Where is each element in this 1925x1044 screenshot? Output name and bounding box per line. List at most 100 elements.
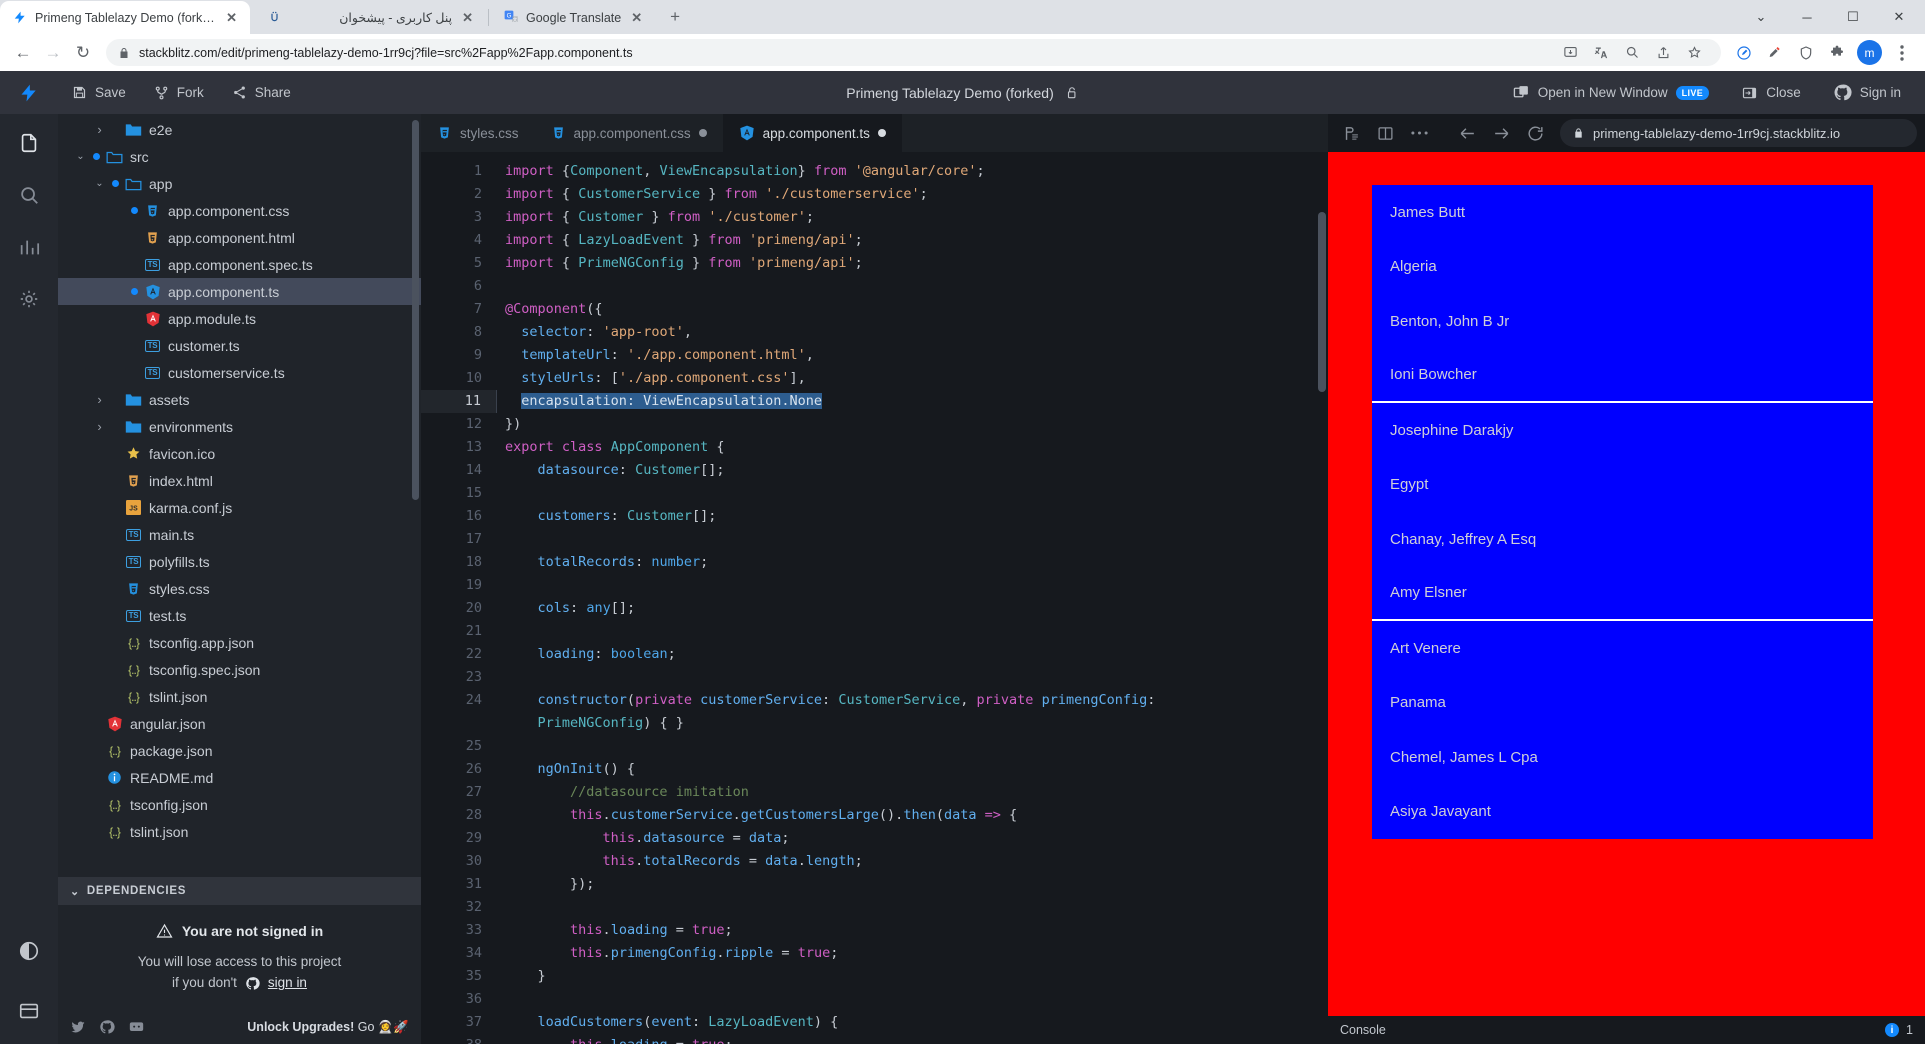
code-area[interactable]: 1 import {Component, ViewEncapsulation} f… — [421, 152, 1328, 1044]
file-tree-item[interactable]: app.component.ts — [58, 278, 421, 305]
browser-tab-1[interactable] — [250, 1, 296, 34]
table-row[interactable]: Panama — [1372, 676, 1873, 731]
browser-tab-close[interactable]: ✕ — [223, 9, 240, 26]
window-close-button[interactable]: ✕ — [1877, 3, 1921, 31]
preview-forward-icon[interactable] — [1486, 118, 1516, 148]
file-tree-item[interactable]: TS customerservice.ts — [58, 359, 421, 386]
file-tree[interactable]: › e2e ⌄ src ⌄ app app.component.css app.compone… — [58, 114, 421, 877]
table-row[interactable]: Art Venere — [1372, 621, 1873, 676]
layout-toggle-icon[interactable] — [12, 994, 46, 1028]
file-tree-item[interactable]: angular.json — [58, 710, 421, 737]
editor-tab[interactable]: app.component.css — [535, 114, 723, 152]
twitter-icon[interactable] — [70, 1019, 86, 1035]
gear-icon[interactable] — [12, 282, 46, 316]
chevron-right-icon[interactable]: › — [91, 122, 108, 137]
address-bar[interactable]: stackblitz.com/edit/primeng-tablelazy-de… — [106, 39, 1721, 66]
search-icon[interactable] — [12, 178, 46, 212]
browser-tab-close[interactable]: ✕ — [628, 9, 645, 26]
browser-tab-close[interactable]: ✕ — [459, 9, 476, 26]
table-row[interactable]: Josephine Darakjy — [1372, 403, 1873, 458]
file-tree-item[interactable]: › e2e — [58, 116, 421, 143]
table-row[interactable]: Ioni Bowcher — [1372, 349, 1873, 403]
open-in-new-window-button[interactable]: Open in New Window LIVE — [1499, 71, 1723, 114]
table-row[interactable]: Algeria — [1372, 240, 1873, 295]
close-preview-button[interactable]: Close — [1727, 71, 1815, 114]
preview-back-icon[interactable] — [1452, 118, 1482, 148]
chevron-down-icon[interactable]: ⌄ — [72, 151, 89, 162]
install-app-icon[interactable] — [1555, 38, 1585, 68]
fork-button[interactable]: Fork — [140, 71, 218, 114]
new-tab-button[interactable]: + — [661, 3, 689, 31]
dependencies-section-header[interactable]: ⌄ DEPENDENCIES — [58, 877, 421, 906]
browser-back-button[interactable]: ← — [8, 38, 38, 68]
explorer-scrollbar[interactable] — [412, 120, 419, 500]
dependencies-icon[interactable] — [12, 230, 46, 264]
file-tree-item[interactable]: ⌄ app — [58, 170, 421, 197]
extension-pen-icon[interactable] — [1729, 38, 1759, 68]
file-tree-item[interactable]: JS karma.conf.js — [58, 494, 421, 521]
project-icon[interactable] — [12, 126, 46, 160]
table-row[interactable]: Asiya Javayant — [1372, 785, 1873, 840]
preview-reload-icon[interactable] — [1520, 118, 1550, 148]
github-icon[interactable] — [99, 1019, 115, 1035]
editor-tab[interactable]: app.component.ts — [722, 114, 902, 152]
file-tree-item[interactable]: TS polyfills.ts — [58, 548, 421, 575]
window-maximize-button[interactable]: ☐ — [1831, 3, 1875, 31]
file-tree-item[interactable]: {..} tslint.json — [58, 818, 421, 845]
chrome-menu-icon[interactable] — [1887, 38, 1917, 68]
extensions-puzzle-icon[interactable] — [1822, 38, 1852, 68]
file-tree-item[interactable]: {..} package.json — [58, 737, 421, 764]
file-tree-item[interactable]: app.component.html — [58, 224, 421, 251]
browser-reload-button[interactable]: ↻ — [68, 38, 98, 68]
window-minimize-button[interactable]: ─ — [1785, 3, 1829, 31]
chevron-down-icon[interactable]: ⌄ — [91, 178, 108, 189]
file-tree-item[interactable]: styles.css — [58, 575, 421, 602]
format-code-icon[interactable] — [1336, 118, 1366, 148]
file-tree-item[interactable]: favicon.ico — [58, 440, 421, 467]
browser-tab-0[interactable]: Primeng Tablelazy Demo (forked) ✕ — [0, 1, 250, 34]
save-button[interactable]: Save — [58, 71, 140, 114]
split-pane-icon[interactable] — [1370, 118, 1400, 148]
table-row[interactable]: Egypt — [1372, 458, 1873, 513]
preview-url-bar[interactable]: primeng-tablelazy-demo-1rr9cj.stackblitz… — [1560, 119, 1917, 147]
file-tree-item[interactable]: app.module.ts — [58, 305, 421, 332]
file-tree-item[interactable]: TS main.ts — [58, 521, 421, 548]
file-tree-item[interactable]: ⌄ src — [58, 143, 421, 170]
table-row[interactable]: Benton, John B Jr — [1372, 294, 1873, 349]
extension-marker-icon[interactable] — [1760, 38, 1790, 68]
table-row[interactable]: Chanay, Jeffrey A Esq — [1372, 512, 1873, 567]
editor-vertical-scrollbar[interactable] — [1318, 212, 1326, 392]
sign-in-button[interactable]: Sign in — [1819, 71, 1915, 114]
sign-in-link[interactable]: sign in — [268, 973, 307, 994]
chevron-right-icon[interactable]: › — [91, 392, 108, 407]
browser-forward-button[interactable]: → — [38, 38, 68, 68]
zoom-icon[interactable] — [1617, 38, 1647, 68]
file-tree-item[interactable]: TS test.ts — [58, 602, 421, 629]
unlock-upgrades-link[interactable]: Unlock Upgrades! Go 👩‍🚀🚀 — [247, 1020, 409, 1035]
file-tree-item[interactable]: index.html — [58, 467, 421, 494]
file-tree-item[interactable]: app.component.css — [58, 197, 421, 224]
tab-overflow-button[interactable]: ⌄ — [1739, 3, 1783, 31]
table-row[interactable]: Amy Elsner — [1372, 567, 1873, 621]
customers-table[interactable]: James Butt Algeria Benton, John B Jr Ioni B… — [1372, 185, 1873, 839]
chevron-right-icon[interactable]: › — [91, 419, 108, 434]
discord-icon[interactable] — [128, 1019, 145, 1035]
browser-tab-2[interactable]: پنل کاربری - پیشخوان ✕ — [296, 1, 486, 34]
share-button[interactable]: Share — [218, 71, 305, 114]
editor-tab[interactable]: styles.css — [421, 114, 535, 152]
file-tree-item[interactable]: › assets — [58, 386, 421, 413]
file-tree-item[interactable]: {..} tsconfig.spec.json — [58, 656, 421, 683]
share-icon[interactable] — [1648, 38, 1678, 68]
file-tree-item[interactable]: TS app.component.spec.ts — [58, 251, 421, 278]
theme-toggle-icon[interactable] — [12, 934, 46, 968]
table-row[interactable]: Chemel, James L Cpa — [1372, 730, 1873, 785]
table-row[interactable]: James Butt — [1372, 185, 1873, 240]
console-status-bar[interactable]: Console i 1 — [1328, 1016, 1925, 1044]
file-tree-item[interactable]: TS customer.ts — [58, 332, 421, 359]
file-tree-item[interactable]: {..} tslint.json — [58, 683, 421, 710]
stackblitz-logo[interactable] — [0, 81, 58, 105]
bookmark-star-icon[interactable] — [1679, 38, 1709, 68]
file-tree-item[interactable]: {..} tsconfig.app.json — [58, 629, 421, 656]
file-tree-item[interactable]: {..} tsconfig.json — [58, 791, 421, 818]
extension-shield-icon[interactable] — [1791, 38, 1821, 68]
